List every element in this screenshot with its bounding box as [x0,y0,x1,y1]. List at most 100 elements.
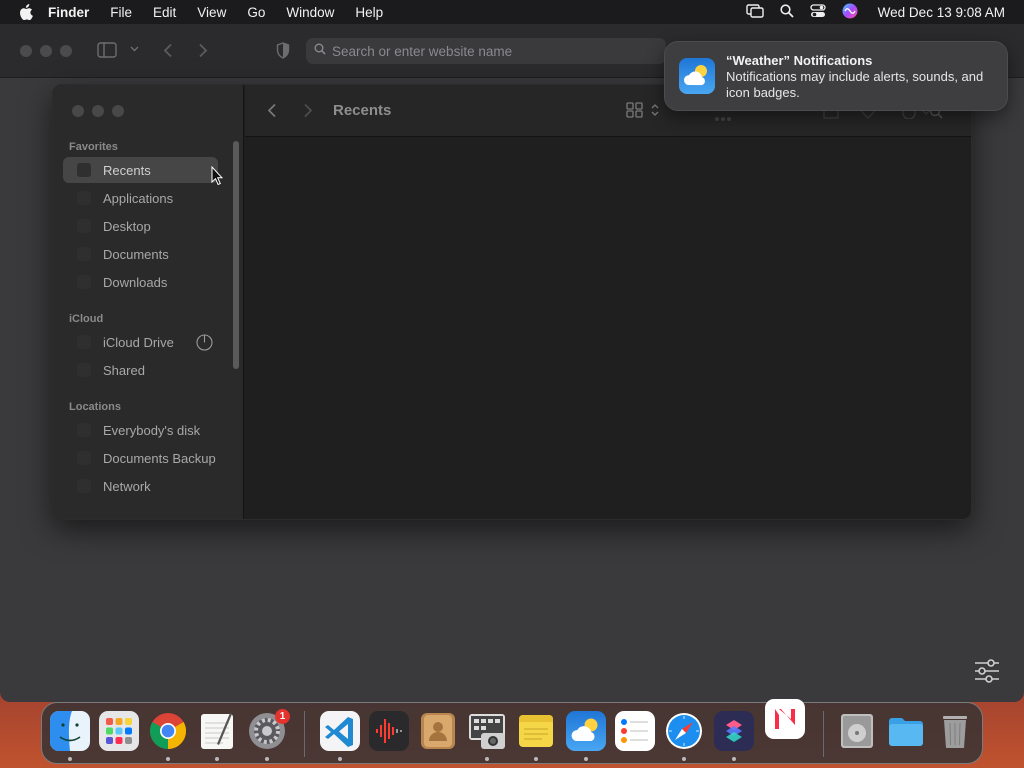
menu-go[interactable]: Go [247,5,265,20]
sidebar-item-label: Downloads [103,274,168,290]
close-button[interactable] [72,105,84,117]
dock-trash[interactable] [935,711,975,751]
zoom-button[interactable] [112,105,124,117]
chrome-icon [149,713,187,749]
menu-edit[interactable]: Edit [153,5,176,20]
privacy-shield-icon[interactable] [276,42,290,59]
back-icon[interactable] [163,43,173,58]
chevron-down-icon[interactable] [130,46,139,52]
dock-launchpad[interactable] [99,711,139,751]
safari-window-controls[interactable] [20,45,72,57]
clock-icon [77,163,91,177]
back-icon[interactable] [267,103,277,118]
spotlight-search-icon[interactable] [780,3,794,21]
sidebar-item-documents-backup[interactable]: Documents Backup [63,445,218,471]
dock-screenshot[interactable] [467,711,507,751]
dock-news[interactable] [765,699,805,739]
downloads-icon [77,275,91,289]
dock-weather[interactable] [566,711,606,751]
dock-textedit[interactable] [197,711,237,751]
running-indicator [584,757,588,761]
running-indicator [732,757,736,761]
sliders-icon[interactable] [972,658,1002,689]
sidebar-item-everybodys-disk[interactable]: Everybody's disk [63,417,218,443]
safari-icon [666,713,702,749]
dock-finder[interactable] [50,711,90,751]
file-list-area[interactable] [245,138,971,519]
minimize-button[interactable] [40,45,52,57]
apple-menu-icon[interactable] [18,4,34,20]
disk-icon [77,423,91,437]
sidebar-item-network[interactable]: Network [63,473,218,499]
siri-icon[interactable] [842,3,858,22]
dock-shortcuts[interactable] [714,711,754,751]
control-center-icon[interactable] [810,3,826,21]
dock-vscode[interactable] [320,711,360,751]
minimize-button[interactable] [92,105,104,117]
disk-icon [77,451,91,465]
close-button[interactable] [20,45,32,57]
menu-bar: Finder File Edit View Go Window Help Wed… [0,0,1024,24]
dock-safari[interactable] [664,711,704,751]
menu-help[interactable]: Help [355,5,383,20]
dock-contacts[interactable] [418,711,458,751]
sidebar-item-label: Everybody's disk [103,422,201,438]
dock-disk-utility[interactable] [837,711,877,751]
finder-sidebar: Favorites Recents Applications Desktop D… [53,85,244,519]
textedit-icon [201,713,233,749]
window-title: Recents [333,102,392,119]
sidebar-toggle-icon[interactable] [97,42,117,58]
sync-progress-icon [196,334,213,354]
weather-notification[interactable]: “Weather” Notifications Notifications ma… [664,41,1008,111]
view-grid-icon[interactable] [626,102,660,118]
mouse-pointer-icon [211,165,224,190]
group-icon[interactable] [713,113,751,123]
dock-system-settings[interactable]: 1 [247,709,290,751]
sidebar-item-downloads[interactable]: Downloads [63,269,218,295]
sidebar-item-applications[interactable]: Applications [63,185,218,211]
menu-file[interactable]: File [110,5,132,20]
sidebar-item-shared[interactable]: Shared [63,357,218,383]
dock-stickies[interactable] [516,711,556,751]
desktop-icon [77,219,91,233]
forward-icon[interactable] [303,103,313,118]
sidebar-item-documents[interactable]: Documents [63,241,218,267]
notification-badge: 1 [275,709,290,724]
finder-window-controls[interactable] [72,105,124,117]
dock-voice-memos[interactable] [369,711,409,751]
dock-separator [823,711,824,757]
menu-window[interactable]: Window [286,5,334,20]
search-icon [314,42,326,60]
dock-reminders[interactable] [615,711,655,751]
sidebar-item-recents[interactable]: Recents [63,157,218,183]
trash-icon [943,716,967,748]
menu-view[interactable]: View [197,5,226,20]
sidebar-section-favorites: Favorites [69,141,118,153]
menu-clock[interactable]: Wed Dec 13 9:08 AM [878,5,1005,20]
address-input[interactable] [332,43,652,59]
weather-app-icon [679,58,715,94]
running-indicator [68,757,72,761]
sidebar-scrollbar[interactable] [233,141,239,369]
dock: 1 [41,699,983,764]
zoom-button[interactable] [60,45,72,57]
sidebar-item-desktop[interactable]: Desktop [63,213,218,239]
news-icon [765,699,805,739]
sidebar-item-label: iCloud Drive [103,334,174,350]
menu-app-name[interactable]: Finder [48,5,89,20]
voice-memos-icon [369,711,409,751]
sidebar-item-icloud-drive[interactable]: iCloud Drive [63,329,218,355]
dock-chrome[interactable] [148,711,188,751]
running-indicator [166,757,170,761]
dock-downloads-folder[interactable] [886,711,926,751]
vscode-icon [320,711,360,751]
stickies-icon [519,715,553,747]
forward-icon[interactable] [198,43,208,58]
notification-body: Notifications may include alerts, sounds… [726,69,984,100]
running-indicator [265,757,269,761]
address-bar[interactable] [306,38,666,64]
screen-mirroring-icon[interactable] [745,3,764,21]
contacts-icon [421,713,455,749]
dock-separator [304,711,305,757]
cloud-icon [77,335,91,349]
